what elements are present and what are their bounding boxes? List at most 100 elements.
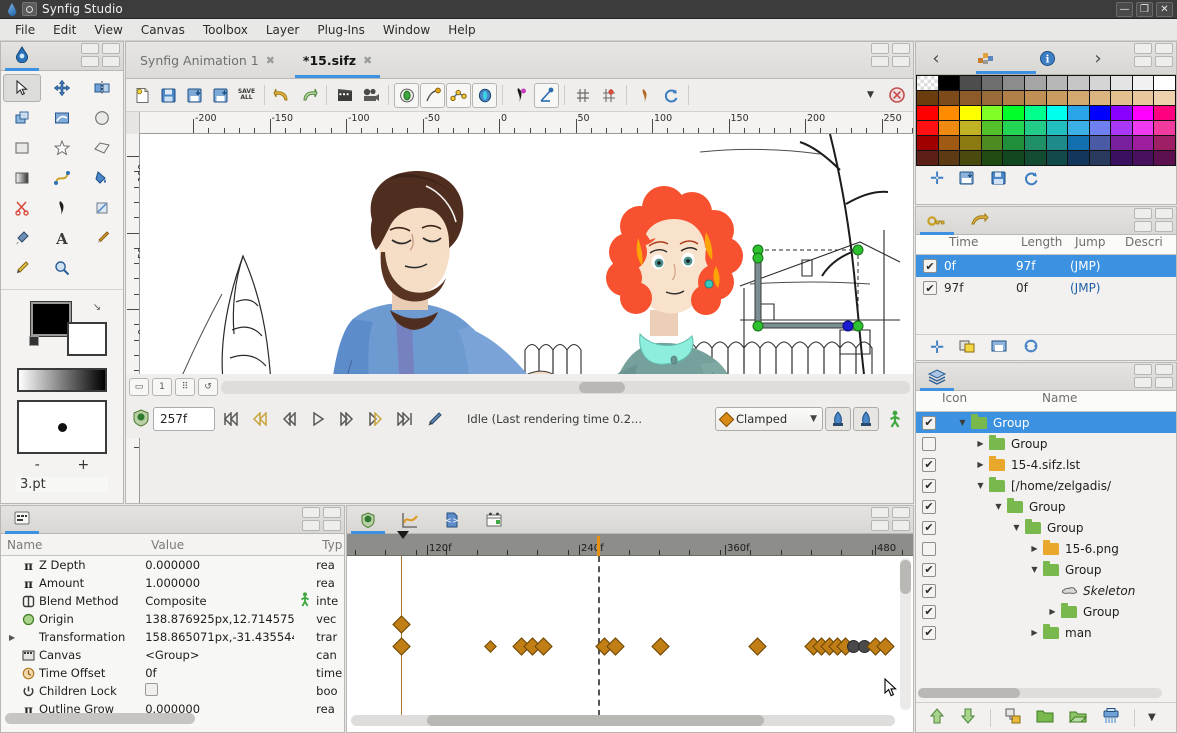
keyframes-dock-grip[interactable] [1130,208,1174,234]
palette-swatch[interactable] [1024,121,1046,135]
layer-visibility-checkbox[interactable] [922,436,936,451]
toggle-low-res-button[interactable] [394,82,419,108]
keyframes-tab[interactable] [916,206,958,235]
palette-swatch[interactable] [1068,76,1089,90]
chevron-down-icon[interactable]: ▼ [958,418,967,427]
save-all-label-button[interactable]: SAVE ALL [234,83,259,108]
palette-swatch[interactable] [981,91,1003,105]
palette-swatch[interactable] [1024,136,1046,150]
cutout-tool[interactable] [3,194,41,222]
layer-visibility-checkbox[interactable]: ✔ [922,499,936,514]
param-value[interactable]: 138.876925px,12.714575 [145,612,294,626]
chevron-right-icon[interactable]: ▶ [976,460,985,469]
palette-swatch[interactable] [938,121,960,135]
palette-swatch[interactable] [981,76,1003,90]
draw-tool[interactable] [43,194,81,222]
library-tab[interactable]: <> [431,505,473,534]
zoom-fit-button[interactable]: 1 [152,378,172,396]
palette-swatch[interactable] [1132,91,1154,105]
palette-swatch[interactable] [917,91,938,105]
canvas-hscrollbar[interactable] [221,380,910,394]
gradient-preview[interactable] [17,368,107,392]
palette-swatch[interactable] [981,151,1003,165]
palette-swatch[interactable] [1003,91,1024,105]
undo-button[interactable] [270,83,295,108]
palette-swatch[interactable] [1132,76,1154,90]
brush-size-field[interactable]: 3.pt [16,477,108,492]
palette-swatch[interactable] [938,136,960,150]
layer-row[interactable]: ✔ ▼ Group [916,559,1176,580]
palette-swatch[interactable] [1024,106,1046,120]
onion-skin-past-button[interactable] [632,83,657,108]
toggle-guides-button[interactable] [446,82,471,108]
smooth-move-tool[interactable] [43,74,81,102]
keyframe-row[interactable]: ✔ 97f 0f (JMP) [916,277,1176,299]
waypoint[interactable] [533,636,553,656]
time-cursor-handle[interactable] [397,531,409,539]
keyframe-row[interactable]: ✔ 0f 97f (JMP) [916,255,1176,277]
chevron-right-icon[interactable]: ▶ [976,439,985,448]
fill-color-swatch[interactable] [30,301,72,337]
menu-edit[interactable]: Edit [44,21,85,39]
params-row[interactable]: ▶ Transformation 158.865071px,-31.435544 tr… [1,628,344,646]
layer-menu-button[interactable]: ▼ [1148,712,1156,723]
keyframe-enabled-checkbox[interactable]: ✔ [923,259,937,273]
params-dock-grip[interactable] [298,507,342,533]
waypoint[interactable] [391,614,411,634]
tab-synfig-animation-1[interactable]: Synfig Animation 1 ✖ [126,42,289,78]
palette-swatch[interactable] [1089,136,1111,150]
palette-swatch[interactable] [960,76,981,90]
param-value[interactable]: 158.865071px,-31.435544 [145,630,294,644]
brush-tool[interactable] [83,224,121,252]
seek-next-frame-button[interactable] [333,407,360,431]
palette-swatch[interactable] [1068,121,1089,135]
param-value[interactable]: <Group> [145,648,294,662]
reset-colors-icon[interactable] [29,336,39,346]
animate-mode-icon[interactable] [881,407,908,431]
palette-swatch[interactable] [960,136,981,150]
preview-button[interactable] [358,83,383,108]
expander-icon[interactable]: ▶ [9,633,18,642]
swap-colors-icon[interactable]: ↘ [91,302,103,314]
palette-swatch[interactable] [1154,91,1175,105]
save-as-button[interactable] [182,83,207,108]
palette-swatch[interactable] [1154,151,1175,165]
curves-tab[interactable] [389,505,431,534]
close-icon[interactable]: ✖ [266,54,275,67]
layers-hscrollbar[interactable] [918,688,1162,698]
palette-swatch[interactable] [1046,106,1068,120]
keyframe-jump-link[interactable]: (JMP) [1070,281,1120,295]
window-menu-icon[interactable] [22,2,37,16]
seek-end-button[interactable] [391,407,418,431]
palette-swatch[interactable] [917,76,938,90]
palette-swatch[interactable] [1068,91,1089,105]
duplicate-layer-button[interactable] [1004,707,1022,728]
palette-swatch[interactable] [938,106,960,120]
reset-view-button[interactable]: ↺ [198,378,218,396]
waypoint[interactable] [747,636,767,656]
reset-palette-button[interactable] [1022,170,1040,189]
default-interpolation-select[interactable]: Clamped ▼ [715,407,823,431]
layer-visibility-checkbox[interactable]: ✔ [922,583,936,598]
params-row[interactable]: Children Lock boo [1,682,344,700]
waypoint[interactable] [605,636,625,656]
sketch-tool[interactable] [83,194,121,222]
brush-preview[interactable] [17,400,107,454]
palette-swatch[interactable] [1111,106,1132,120]
palette-swatch[interactable] [938,151,960,165]
close-icon[interactable]: ✖ [363,54,372,67]
canvas-hscroll-thumb[interactable] [579,381,626,393]
palette-swatch[interactable] [1046,136,1068,150]
layer-row[interactable]: ✔ ▼ Group [916,517,1176,538]
timetrack-tab[interactable] [347,505,389,534]
lock-past-keyframe-button[interactable] [825,407,851,431]
redo-button[interactable] [296,83,321,108]
layer-visibility-checkbox[interactable]: ✔ [922,415,936,430]
minimize-button[interactable]: — [1116,1,1133,17]
keyframe-properties-button[interactable] [1022,338,1040,357]
pencil-tool[interactable] [3,254,41,282]
play-button[interactable] [304,407,331,431]
chevron-right-icon[interactable]: ▶ [1030,628,1039,637]
waypoint[interactable] [391,636,411,656]
layer-visibility-checkbox[interactable]: ✔ [922,520,936,535]
